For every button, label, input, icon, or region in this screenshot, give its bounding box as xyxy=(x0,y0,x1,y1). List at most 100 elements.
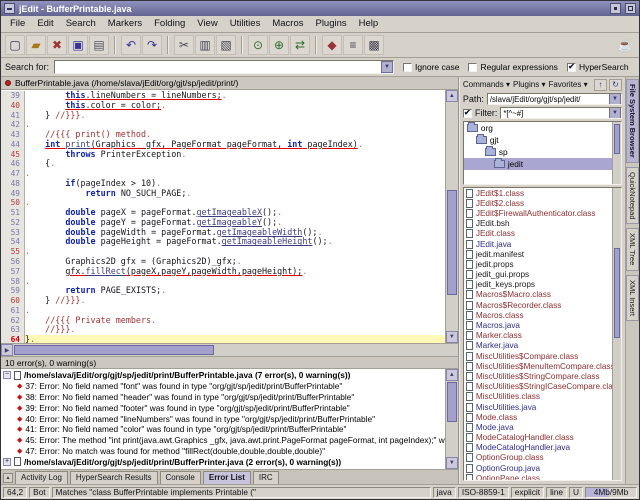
dock-popup-button[interactable]: ▲ xyxy=(3,473,13,483)
error-row[interactable]: ◆45: Error: The method "int print(java.a… xyxy=(1,435,445,446)
title-bar[interactable]: jEdit - BufferPrintable.java xyxy=(1,1,639,16)
tree-expander-icon[interactable]: + xyxy=(3,458,11,466)
filter-dropdown-icon[interactable]: ▼ xyxy=(609,107,621,119)
checkbox-hypersearch-box[interactable]: ✔ xyxy=(567,63,576,72)
file-item[interactable]: Macros$Macro.class xyxy=(464,290,621,300)
file-item[interactable]: JEdit.class xyxy=(464,229,621,239)
path-dropdown-icon[interactable]: ▼ xyxy=(609,93,621,105)
error-row[interactable]: ◆47: Error: No match was found for metho… xyxy=(1,446,445,457)
checkbox-regular-expressions-box[interactable] xyxy=(468,63,477,72)
file-item[interactable]: JEdit$FirewallAuthenticator.class xyxy=(464,208,621,218)
reload-icon[interactable]: ↻ xyxy=(609,79,622,91)
file-item[interactable]: MiscUtilities$Compare.class xyxy=(464,351,621,361)
file-item[interactable]: jedit.props xyxy=(464,259,621,269)
file-item[interactable]: Macros$Recorder.class xyxy=(464,300,621,310)
file-item[interactable]: Marker.java xyxy=(464,341,621,351)
checkbox-ignore-case[interactable]: Ignore case xyxy=(403,62,459,72)
buffer-options-icon[interactable]: ≡ xyxy=(343,35,363,55)
file-item[interactable]: Macros.java xyxy=(464,320,621,330)
plugin-manager-icon[interactable]: ▩ xyxy=(364,35,384,55)
memory-status[interactable]: 4Mb/9Mb xyxy=(585,487,637,498)
filter-checkbox[interactable]: ✔ xyxy=(463,109,472,118)
file-item[interactable]: ModeCatalogHandler.java xyxy=(464,443,621,453)
tab-activity-log[interactable]: Activity Log xyxy=(15,471,68,484)
error-file-row[interactable]: −/home/slava/jEdit/org/gjt/sp/jedit/prin… xyxy=(1,370,445,381)
menu-view[interactable]: View xyxy=(191,16,223,32)
tree-expander-icon[interactable]: − xyxy=(3,371,11,379)
undo-icon[interactable]: ↶ xyxy=(121,35,141,55)
scroll-right-icon[interactable]: ▶ xyxy=(1,344,13,356)
tree-node-org[interactable]: org xyxy=(464,122,621,134)
error-scrollbar-thumb[interactable] xyxy=(447,382,457,422)
tab-irc[interactable]: IRC xyxy=(253,471,279,484)
file-item[interactable]: Macros.class xyxy=(464,310,621,320)
file-item[interactable]: OptionGroup.class xyxy=(464,453,621,463)
window-menu-icon[interactable] xyxy=(4,3,15,14)
tab-error-list[interactable]: Error List xyxy=(203,471,251,484)
error-scroll-down-icon[interactable]: ▼ xyxy=(446,457,458,469)
code-line[interactable]: 46 {. xyxy=(1,159,445,169)
file-item[interactable]: OptionPane.class xyxy=(464,473,621,481)
scroll-up-icon[interactable]: ▲ xyxy=(446,90,458,102)
filter-combo[interactable]: *[^~#] ▼ xyxy=(500,107,622,119)
file-item[interactable]: jedit_keys.props xyxy=(464,280,621,290)
file-list-scrollbar[interactable] xyxy=(612,188,621,480)
dock-tab-xml-insert[interactable]: XML Insert xyxy=(626,275,639,321)
horizontal-scrollbar-thumb[interactable] xyxy=(14,345,214,355)
dock-tab-quicknotepad[interactable]: QuickNotepad xyxy=(626,167,639,225)
menu-help[interactable]: Help xyxy=(353,16,385,32)
copy-icon[interactable]: ▥ xyxy=(195,35,215,55)
code-line[interactable]: 60 } //}}}. xyxy=(1,296,445,306)
search-history-arrow-icon[interactable]: ▼ xyxy=(381,61,393,73)
cut-icon[interactable]: ✂ xyxy=(174,35,194,55)
tree-scrollbar[interactable] xyxy=(612,122,621,184)
find-icon[interactable]: ⊙ xyxy=(248,35,268,55)
code-line[interactable]: 41 } //}}}. xyxy=(1,111,445,121)
file-item[interactable]: MiscUtilities$StringCompare.class xyxy=(464,371,621,381)
tab-console[interactable]: Console xyxy=(160,471,201,484)
file-item[interactable]: MiscUtilities.class xyxy=(464,392,621,402)
save-file-icon[interactable]: ▣ xyxy=(68,35,88,55)
add-marker-icon[interactable]: ◆ xyxy=(322,35,342,55)
tree-node-jedit[interactable]: jedit xyxy=(464,158,621,170)
new-file-icon[interactable]: ▢ xyxy=(5,35,25,55)
error-row[interactable]: ◆38: Error: No field named "header" was … xyxy=(1,392,445,403)
error-scroll-up-icon[interactable]: ▲ xyxy=(446,369,458,381)
code-line[interactable]: 45 throws PrinterException. xyxy=(1,150,445,160)
file-item[interactable]: MiscUtilities$StringICaseCompare.class xyxy=(464,382,621,392)
file-item[interactable]: JEdit$1.class xyxy=(464,188,621,198)
fsb-menu-favorites[interactable]: Favorites ▾ xyxy=(548,80,587,89)
file-item[interactable]: Marker.class xyxy=(464,331,621,341)
minimize-button[interactable] xyxy=(610,3,621,14)
replace-icon[interactable]: ⇄ xyxy=(290,35,310,55)
code-line[interactable]: 54 double pageHeight = pageFormat.getIma… xyxy=(1,237,445,247)
checkbox-hypersearch[interactable]: ✔HyperSearch xyxy=(567,62,629,72)
error-list-scrollbar[interactable]: ▲ ▼ xyxy=(445,369,458,469)
dock-tab-xml-tree[interactable]: XML Tree xyxy=(626,228,639,270)
error-row[interactable]: ◆41: Error: No field named "color" was f… xyxy=(1,424,445,435)
redo-icon[interactable]: ↷ xyxy=(142,35,162,55)
up-directory-icon[interactable]: ↑ xyxy=(594,79,607,91)
print-icon[interactable]: ▤ xyxy=(89,35,109,55)
error-file-row[interactable]: +/home/slava/jEdit/org/gjt/sp/jedit/prin… xyxy=(1,456,445,467)
jedit-logo-icon[interactable]: ☕ xyxy=(615,35,635,55)
file-item[interactable]: jedit.manifest xyxy=(464,249,621,259)
code-area[interactable]: 39 this.lineNumbers = lineNumbers;.40 th… xyxy=(1,90,445,343)
menu-search[interactable]: Search xyxy=(60,16,102,32)
scroll-down-icon[interactable]: ▼ xyxy=(446,331,458,343)
file-item[interactable]: Mode.java xyxy=(464,422,621,432)
search-input[interactable]: ▼ xyxy=(54,60,394,74)
file-item[interactable]: jedit_gui.props xyxy=(464,270,621,280)
code-line[interactable]: 63 //}}}. xyxy=(1,325,445,335)
vertical-scrollbar-thumb[interactable] xyxy=(447,190,457,295)
fsb-menu-commands[interactable]: Commands ▾ xyxy=(463,80,510,89)
tab-hypersearch-results[interactable]: HyperSearch Results xyxy=(70,471,158,484)
file-list-scrollbar-thumb[interactable] xyxy=(614,248,620,338)
editor-vertical-scrollbar[interactable]: ▲ ▼ xyxy=(445,90,458,343)
tree-node-sp[interactable]: sp xyxy=(464,146,621,158)
maximize-button[interactable] xyxy=(625,3,636,14)
error-row[interactable]: ◆39: Error: No field named "footer" was … xyxy=(1,402,445,413)
file-item[interactable]: Mode.class xyxy=(464,412,621,422)
file-item[interactable]: ModeCatalogHandler.class xyxy=(464,433,621,443)
paste-icon[interactable]: ▧ xyxy=(216,35,236,55)
